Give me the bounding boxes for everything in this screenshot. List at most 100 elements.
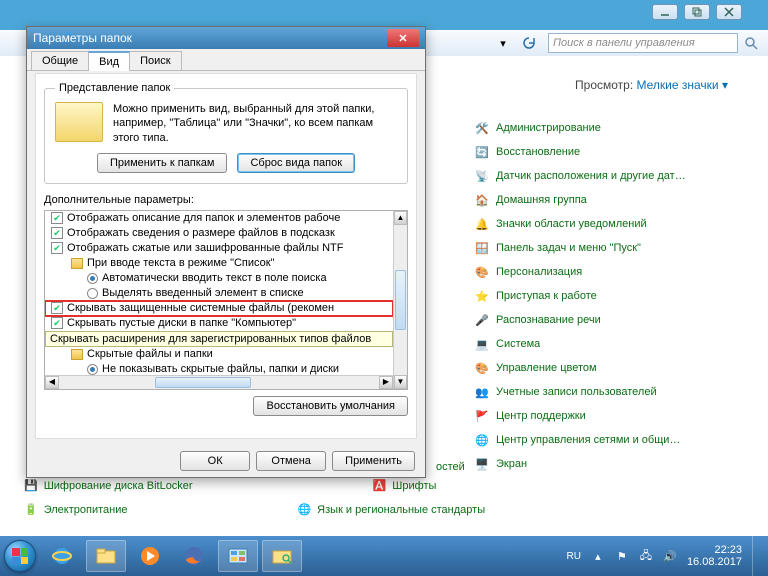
cp-link[interactable]: 🎨 Управление цветом bbox=[474, 356, 754, 380]
cp-link[interactable]: 🚩 Центр поддержки bbox=[474, 404, 754, 428]
history-dropdown-icon[interactable]: ▾ bbox=[492, 32, 514, 54]
category-icon: 🚩 bbox=[474, 408, 490, 424]
checkbox[interactable]: ✔ bbox=[51, 242, 63, 254]
category-icon: 🔄 bbox=[474, 144, 490, 160]
cp-link[interactable]: 🛠️ Администрирование bbox=[474, 116, 754, 140]
radio[interactable] bbox=[87, 364, 98, 375]
hscroll-left-icon[interactable]: ◀ bbox=[45, 376, 59, 389]
cp-link-label: Датчик расположения и другие дат… bbox=[496, 170, 686, 182]
folders-icon bbox=[55, 102, 103, 142]
cp-link-label: Администрирование bbox=[496, 122, 601, 134]
cp-link[interactable]: 🔄 Восстановление bbox=[474, 140, 754, 164]
scroll-up-icon[interactable]: ▲ bbox=[394, 211, 407, 225]
start-button[interactable] bbox=[0, 536, 40, 576]
language-indicator[interactable]: RU bbox=[566, 551, 580, 562]
cp-link[interactable]: 🎨Персонализация bbox=[474, 260, 754, 284]
tree-item[interactable]: ✔Отображать описание для папок и элемент… bbox=[45, 211, 393, 226]
cp-link[interactable]: 🖥️Экран bbox=[474, 452, 754, 476]
tree-item[interactable]: Выделять введенный элемент в списке bbox=[45, 286, 393, 301]
cp-link[interactable]: 📡Датчик расположения и другие дат… bbox=[474, 164, 754, 188]
drive-icon: 💾 bbox=[24, 479, 38, 492]
taskbar-firefox-icon[interactable] bbox=[174, 540, 214, 572]
view-value[interactable]: Мелкие значки bbox=[637, 78, 719, 92]
tab-general[interactable]: Общие bbox=[31, 51, 89, 70]
cp-link[interactable]: 💻 Система bbox=[474, 332, 754, 356]
tree-item-label: Скрытые файлы и папки bbox=[87, 348, 213, 360]
window-close-button[interactable] bbox=[716, 4, 742, 20]
taskbar-ie-icon[interactable] bbox=[42, 540, 82, 572]
tree-item[interactable]: ✔Отображать сжатые или зашифрованные фай… bbox=[45, 241, 393, 256]
cp-link[interactable]: 🅰️ Шрифты bbox=[373, 479, 437, 492]
category-icon: 🛠️ bbox=[474, 120, 490, 136]
folder-view-group: Представление папок Можно применить вид,… bbox=[44, 82, 408, 184]
cp-link-label: Управление цветом bbox=[496, 362, 597, 374]
apply-button[interactable]: Применить bbox=[332, 451, 415, 471]
scrollbar-thumb[interactable] bbox=[395, 270, 406, 330]
tree-item[interactable]: ✔Скрывать защищенные системные файлы (ре… bbox=[45, 301, 393, 316]
tray-volume-icon[interactable]: 🔊 bbox=[663, 549, 677, 563]
cp-link-label: Центр управления сетями и общи… bbox=[496, 434, 680, 446]
restore-defaults-button[interactable]: Восстановить умолчания bbox=[253, 396, 408, 416]
checkbox[interactable]: ✔ bbox=[51, 212, 63, 224]
tray-network-icon[interactable]: 🖧 bbox=[639, 549, 653, 563]
reset-folder-view-button[interactable]: Сброс вида папок bbox=[237, 153, 355, 173]
dialog-close-button[interactable]: ✕ bbox=[387, 29, 419, 47]
checkbox[interactable]: ✔ bbox=[51, 317, 63, 329]
cp-link-label: Значки области уведомлений bbox=[496, 218, 647, 230]
category-icon: 🎤 bbox=[474, 312, 490, 328]
tree-item-label: Не показывать скрытые файлы, папки и дис… bbox=[102, 363, 339, 375]
globe-icon: 🌐 bbox=[297, 503, 311, 516]
search-input[interactable]: Поиск в панели управления bbox=[548, 33, 738, 53]
scrollbar[interactable]: ▲ ▼ bbox=[393, 211, 407, 389]
search-icon[interactable] bbox=[740, 32, 762, 54]
tray-flag-icon[interactable]: ⚑ bbox=[615, 549, 629, 563]
cp-link[interactable]: 🪟Панель задач и меню "Пуск" bbox=[474, 236, 754, 260]
tree-item[interactable]: ✔ Отображать сведения о размере файлов в … bbox=[45, 226, 393, 241]
taskbar-media-icon[interactable] bbox=[130, 540, 170, 572]
checkbox[interactable]: ✔ bbox=[51, 227, 63, 239]
tab-view[interactable]: Вид bbox=[88, 51, 130, 71]
taskbar-control-panel-icon[interactable] bbox=[218, 540, 258, 572]
cp-link[interactable]: 🌐 Язык и региональные стандарты bbox=[297, 503, 485, 516]
cp-link[interactable]: 💾 Шифрование диска BitLocker bbox=[24, 479, 193, 492]
window-maximize-button[interactable] bbox=[684, 4, 710, 20]
tree-group: При вводе текста в режиме "Список" bbox=[45, 256, 393, 271]
cp-link[interactable]: 🔋 Электропитание bbox=[24, 503, 127, 516]
cp-link[interactable]: 🔔Значки области уведомлений bbox=[474, 212, 754, 236]
category-icon: 💻 bbox=[474, 336, 490, 352]
cp-link[interactable]: ⭐Приступая к работе bbox=[474, 284, 754, 308]
tree-item[interactable]: ✔Скрывать пустые диски в папке "Компьюте… bbox=[45, 316, 393, 331]
taskbar-clock[interactable]: 22:23 16.08.2017 bbox=[687, 544, 742, 568]
cp-link-label: Система bbox=[496, 338, 540, 350]
taskbar-explorer-icon[interactable] bbox=[86, 540, 126, 572]
cp-link[interactable]: 🏠Домашняя группа bbox=[474, 188, 754, 212]
category-icon: 🖥️ bbox=[474, 456, 490, 472]
window-minimize-button[interactable] bbox=[652, 4, 678, 20]
hscroll-right-icon[interactable]: ▶ bbox=[379, 376, 393, 389]
cp-link[interactable]: 🎤Распознавание речи bbox=[474, 308, 754, 332]
dialog-title: Параметры папок bbox=[33, 31, 387, 45]
apply-to-folders-button[interactable]: Применить к папкам bbox=[97, 153, 228, 173]
tab-search[interactable]: Поиск bbox=[129, 51, 181, 70]
cp-link[interactable]: 🌐Центр управления сетями и общи… bbox=[474, 428, 754, 452]
tray-chevron-up-icon[interactable]: ▴ bbox=[591, 549, 605, 563]
taskbar-folder-options-icon[interactable] bbox=[262, 540, 302, 572]
radio[interactable] bbox=[87, 273, 98, 284]
show-desktop-button[interactable] bbox=[752, 536, 762, 576]
radio[interactable] bbox=[87, 288, 98, 299]
tree-item-label: Отображать сведения о размере файлов в п… bbox=[67, 227, 335, 239]
cp-link-label: Персонализация bbox=[496, 266, 582, 278]
cancel-button[interactable]: Отмена bbox=[256, 451, 326, 471]
cp-link[interactable]: 👥Учетные записи пользователей bbox=[474, 380, 754, 404]
refresh-icon[interactable] bbox=[518, 32, 540, 54]
cp-link-label: Центр поддержки bbox=[496, 410, 586, 422]
chevron-down-icon[interactable]: ▾ bbox=[722, 78, 728, 92]
category-icon: 🎨 bbox=[474, 360, 490, 376]
cp-link-label: Восстановление bbox=[496, 146, 580, 158]
hscrollbar-thumb[interactable] bbox=[155, 377, 251, 388]
scroll-down-icon[interactable]: ▼ bbox=[394, 375, 407, 389]
tree-item[interactable]: Автоматически вводить текст в поле поиск… bbox=[45, 271, 393, 286]
ok-button[interactable]: ОК bbox=[180, 451, 250, 471]
cp-link-label: Учетные записи пользователей bbox=[496, 386, 657, 398]
checkbox[interactable]: ✔ bbox=[51, 302, 63, 314]
